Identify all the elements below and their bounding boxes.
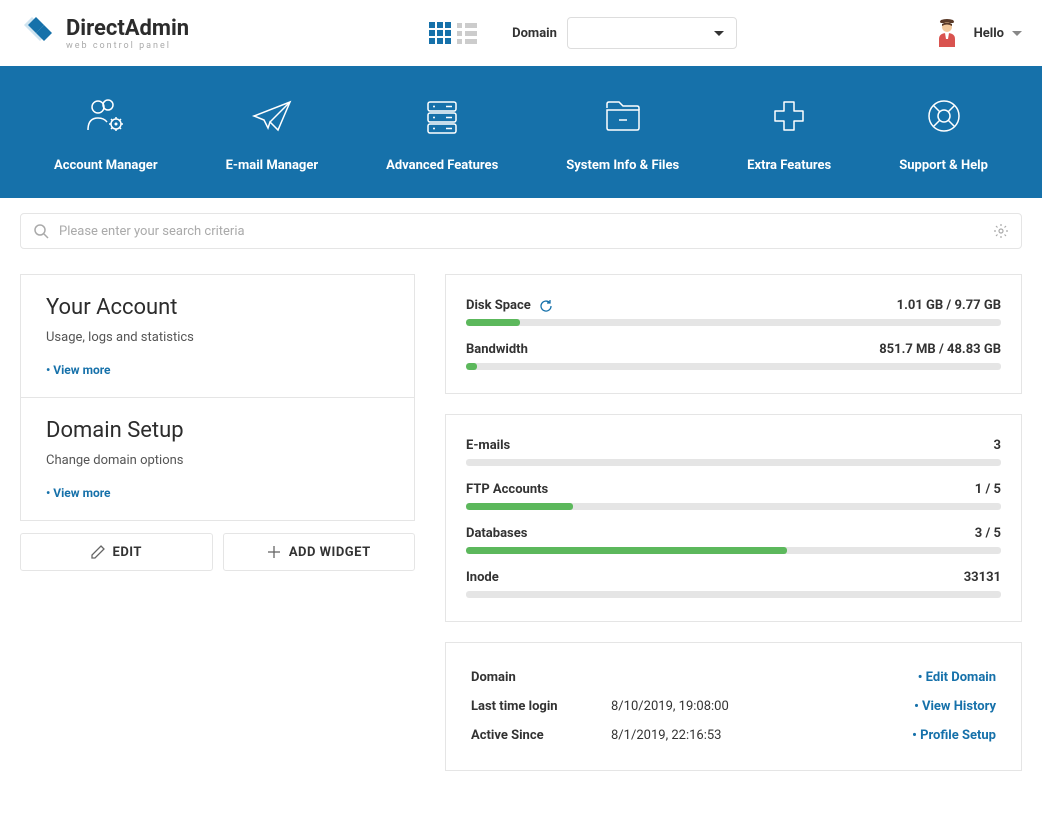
- logo-title: DirectAdmin: [66, 16, 189, 41]
- edit-button[interactable]: EDIT: [20, 533, 213, 571]
- add-widget-button[interactable]: ADD WIDGET: [223, 533, 416, 571]
- nav-label: Advanced Features: [386, 158, 498, 173]
- stat-inode: Inode 33131: [466, 562, 1001, 606]
- widget-desc: Change domain options: [46, 453, 389, 468]
- stat-label: E-mails: [466, 438, 510, 453]
- profile-setup-link[interactable]: • Profile Setup: [912, 728, 996, 743]
- stat-label: Bandwidth: [466, 342, 528, 357]
- widget-desc: Usage, logs and statistics: [46, 330, 389, 345]
- progress-bar: [466, 363, 1001, 370]
- stat-value: 851.7 MB / 48.83 GB: [879, 342, 1001, 357]
- main-nav: Account Manager E-mail Manager Advanced …: [0, 66, 1042, 198]
- plus-icon: [767, 96, 811, 140]
- stat-value: 1.01 GB / 9.77 GB: [897, 298, 1001, 313]
- info-value: 8/1/2019, 22:16:53: [611, 728, 912, 743]
- nav-system-info[interactable]: System Info & Files: [566, 96, 679, 173]
- stat-ftp: FTP Accounts 1 / 5: [466, 474, 1001, 518]
- info-domain: Domain • Edit Domain: [471, 663, 996, 692]
- search-bar: [20, 213, 1022, 249]
- stat-label: Disk Space: [466, 298, 531, 313]
- domain-label: Domain: [512, 26, 557, 41]
- widget-title: Domain Setup: [46, 418, 389, 443]
- nav-support-help[interactable]: Support & Help: [899, 96, 988, 173]
- nav-advanced-features[interactable]: Advanced Features: [386, 96, 498, 173]
- logo[interactable]: DirectAdmin web control panel: [20, 15, 189, 51]
- stat-value: 33131: [964, 570, 1001, 585]
- view-list-icon[interactable]: [457, 23, 477, 44]
- nav-label: Extra Features: [747, 158, 831, 173]
- hello-text: Hello: [974, 26, 1004, 41]
- users-gear-icon: [84, 96, 128, 140]
- search-input[interactable]: [59, 224, 983, 239]
- edit-domain-link[interactable]: • Edit Domain: [918, 670, 996, 685]
- stat-disk-space: Disk Space 1.01 GB / 9.77 GB: [466, 290, 1001, 334]
- nav-extra-features[interactable]: Extra Features: [747, 96, 831, 173]
- nav-label: Support & Help: [899, 158, 988, 173]
- usage-card: Disk Space 1.01 GB / 9.77 GB Bandwidth 8…: [445, 274, 1022, 394]
- server-icon: [420, 96, 464, 140]
- stat-value: 3 / 5: [975, 526, 1001, 541]
- widget-your-account: Your Account Usage, logs and statistics …: [20, 274, 415, 397]
- stat-label: Databases: [466, 526, 527, 541]
- progress-bar: [466, 503, 1001, 510]
- nav-account-manager[interactable]: Account Manager: [54, 96, 158, 173]
- progress-bar: [466, 459, 1001, 466]
- logo-icon: [20, 15, 56, 51]
- progress-bar: [466, 319, 1001, 326]
- gear-icon[interactable]: [993, 223, 1009, 239]
- avatar-icon[interactable]: [935, 19, 959, 47]
- nav-label: System Info & Files: [566, 158, 679, 173]
- info-label: Active Since: [471, 728, 611, 743]
- info-active-since: Active Since 8/1/2019, 22:16:53 • Profil…: [471, 721, 996, 750]
- stat-bandwidth: Bandwidth 851.7 MB / 48.83 GB: [466, 334, 1001, 378]
- folder-icon: [601, 96, 645, 140]
- stat-emails: E-mails 3: [466, 430, 1001, 474]
- chevron-down-icon: [1012, 31, 1022, 36]
- stat-label: FTP Accounts: [466, 482, 548, 497]
- refresh-icon[interactable]: [539, 299, 553, 313]
- add-widget-label: ADD WIDGET: [289, 545, 371, 560]
- domain-select[interactable]: [567, 17, 737, 49]
- search-icon: [33, 223, 49, 239]
- lifebuoy-icon: [922, 96, 966, 140]
- widget-title: Your Account: [46, 295, 389, 320]
- widget-domain-setup: Domain Setup Change domain options • Vie…: [20, 397, 415, 521]
- paper-plane-icon: [250, 96, 294, 140]
- edit-label: EDIT: [113, 545, 142, 560]
- nav-label: E-mail Manager: [226, 158, 319, 173]
- view-grid-icon[interactable]: [429, 22, 451, 44]
- view-more-link[interactable]: • View more: [46, 486, 389, 500]
- info-card: Domain • Edit Domain Last time login 8/1…: [445, 642, 1022, 771]
- info-last-login: Last time login 8/10/2019, 19:08:00 • Vi…: [471, 692, 996, 721]
- progress-bar: [466, 591, 1001, 598]
- header: DirectAdmin web control panel Domain Hel…: [0, 0, 1042, 66]
- progress-bar: [466, 547, 1001, 554]
- nav-label: Account Manager: [54, 158, 158, 173]
- stat-value: 1 / 5: [975, 482, 1001, 497]
- info-label: Last time login: [471, 699, 611, 714]
- info-value: 8/10/2019, 19:08:00: [611, 699, 914, 714]
- info-label: Domain: [471, 670, 611, 685]
- view-history-link[interactable]: • View History: [914, 699, 996, 714]
- user-menu[interactable]: Hello: [974, 26, 1022, 41]
- logo-subtitle: web control panel: [66, 41, 189, 51]
- stat-value: 3: [994, 438, 1001, 453]
- nav-email-manager[interactable]: E-mail Manager: [226, 96, 319, 173]
- resources-card: E-mails 3 FTP Accounts 1 / 5 Databases 3…: [445, 414, 1022, 622]
- stat-databases: Databases 3 / 5: [466, 518, 1001, 562]
- view-more-link[interactable]: • View more: [46, 363, 389, 377]
- stat-label: Inode: [466, 570, 499, 585]
